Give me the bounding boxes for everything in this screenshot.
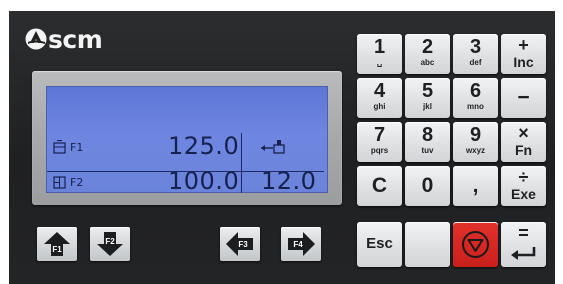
- key-7-label: 7: [373, 124, 386, 146]
- key-7-sub: pqrs: [370, 146, 389, 155]
- key-inc[interactable]: + Inc: [501, 34, 546, 74]
- key-8-label: 8: [421, 124, 434, 146]
- key-fn-symbol: ×: [518, 123, 529, 143]
- key-enter-symbol: =: [518, 223, 529, 243]
- key-minus[interactable]: −: [501, 78, 546, 118]
- key-1-sub: ␣: [376, 58, 383, 67]
- key-5-sub: jkl: [423, 102, 432, 111]
- key-8-sub: tuv: [421, 146, 434, 155]
- key-0[interactable]: 0: [405, 166, 450, 206]
- lcd-row1-label: F1: [70, 141, 84, 154]
- scm-logo-icon: [25, 28, 47, 50]
- left-arrow-icon: F3: [226, 232, 253, 256]
- lcd-screen: F1 125.0 F2 100.0 12.0: [46, 86, 328, 195]
- display-bezel: F1 125.0 F2 100.0 12.0: [32, 71, 342, 205]
- f2-key-label: F2: [105, 237, 115, 246]
- key-7[interactable]: 7 pqrs: [357, 122, 402, 162]
- key-6-label: 6: [469, 80, 482, 102]
- key-clear[interactable]: C: [357, 166, 402, 206]
- key-comma[interactable]: ,: [453, 166, 498, 206]
- f3-key-label: F3: [238, 240, 248, 249]
- key-5-label: 5: [421, 80, 434, 102]
- key-9-sub: wxyz: [465, 146, 486, 155]
- key-blank[interactable]: [405, 222, 450, 267]
- down-arrow-icon: F2: [97, 232, 123, 256]
- key-6[interactable]: 6 mno: [453, 78, 498, 118]
- key-enter[interactable]: =: [501, 222, 546, 267]
- f4-key-label: F4: [293, 240, 303, 249]
- enter-arrow-icon: [511, 247, 536, 260]
- key-4[interactable]: 4 ghi: [357, 78, 402, 118]
- key-clear-label: C: [371, 174, 388, 197]
- key-minus-label: −: [517, 86, 530, 109]
- lcd-row2-label: F2: [70, 176, 84, 189]
- control-panel: scm F1 125.0 F2 100.0 12.0 F1 F2 F3 F4 1…: [9, 11, 555, 284]
- f3-key[interactable]: F3: [220, 227, 260, 261]
- brand-name: scm: [48, 24, 103, 54]
- key-esc[interactable]: Esc: [357, 222, 402, 267]
- key-2-sub: abc: [420, 58, 435, 67]
- key-5[interactable]: 5 jkl: [405, 78, 450, 118]
- key-4-label: 4: [373, 80, 386, 102]
- key-3[interactable]: 3 def: [453, 34, 498, 74]
- key-4-sub: ghi: [373, 102, 386, 111]
- key-0-label: 0: [421, 174, 434, 197]
- clamp-icon: [53, 140, 66, 154]
- lcd-row2-value: 100.0: [168, 167, 240, 195]
- key-8[interactable]: 8 tuv: [405, 122, 450, 162]
- key-inc-label: Inc: [513, 54, 534, 70]
- key-exe-label: Exe: [511, 186, 536, 202]
- key-1-label: 1: [373, 36, 386, 58]
- lcd-divider-vertical: [241, 133, 242, 193]
- stop-icon: [462, 231, 489, 258]
- right-arrow-icon: F4: [288, 232, 315, 256]
- clamp-icon: [53, 176, 66, 189]
- key-exe-symbol: ÷: [518, 167, 529, 187]
- f4-key[interactable]: F4: [281, 227, 321, 261]
- key-6-sub: mno: [467, 102, 484, 111]
- key-comma-label: ,: [472, 174, 479, 197]
- key-2[interactable]: 2 abc: [405, 34, 450, 74]
- key-inc-symbol: +: [518, 35, 529, 55]
- f1-key[interactable]: F1: [37, 227, 77, 261]
- key-9[interactable]: 9 wxyz: [453, 122, 498, 162]
- key-fn[interactable]: × Fn: [501, 122, 546, 162]
- key-9-label: 9: [469, 124, 482, 146]
- f2-key[interactable]: F2: [90, 227, 130, 261]
- f1-key-label: F1: [52, 245, 62, 254]
- lcd-row1-value: 125.0: [168, 132, 240, 160]
- lcd-aux-value: 12.0: [261, 167, 317, 195]
- key-3-label: 3: [469, 36, 482, 58]
- tool-offset-icon: [261, 140, 285, 154]
- key-2-label: 2: [421, 36, 434, 58]
- brand-logo: scm: [25, 24, 103, 54]
- home-up-arrow-icon: F1: [44, 232, 70, 256]
- key-esc-label: Esc: [366, 235, 393, 252]
- key-3-sub: def: [469, 58, 482, 67]
- key-fn-label: Fn: [514, 142, 533, 158]
- key-1[interactable]: 1 ␣: [357, 34, 402, 74]
- key-exe[interactable]: ÷ Exe: [501, 166, 546, 206]
- stop-key[interactable]: [453, 222, 498, 267]
